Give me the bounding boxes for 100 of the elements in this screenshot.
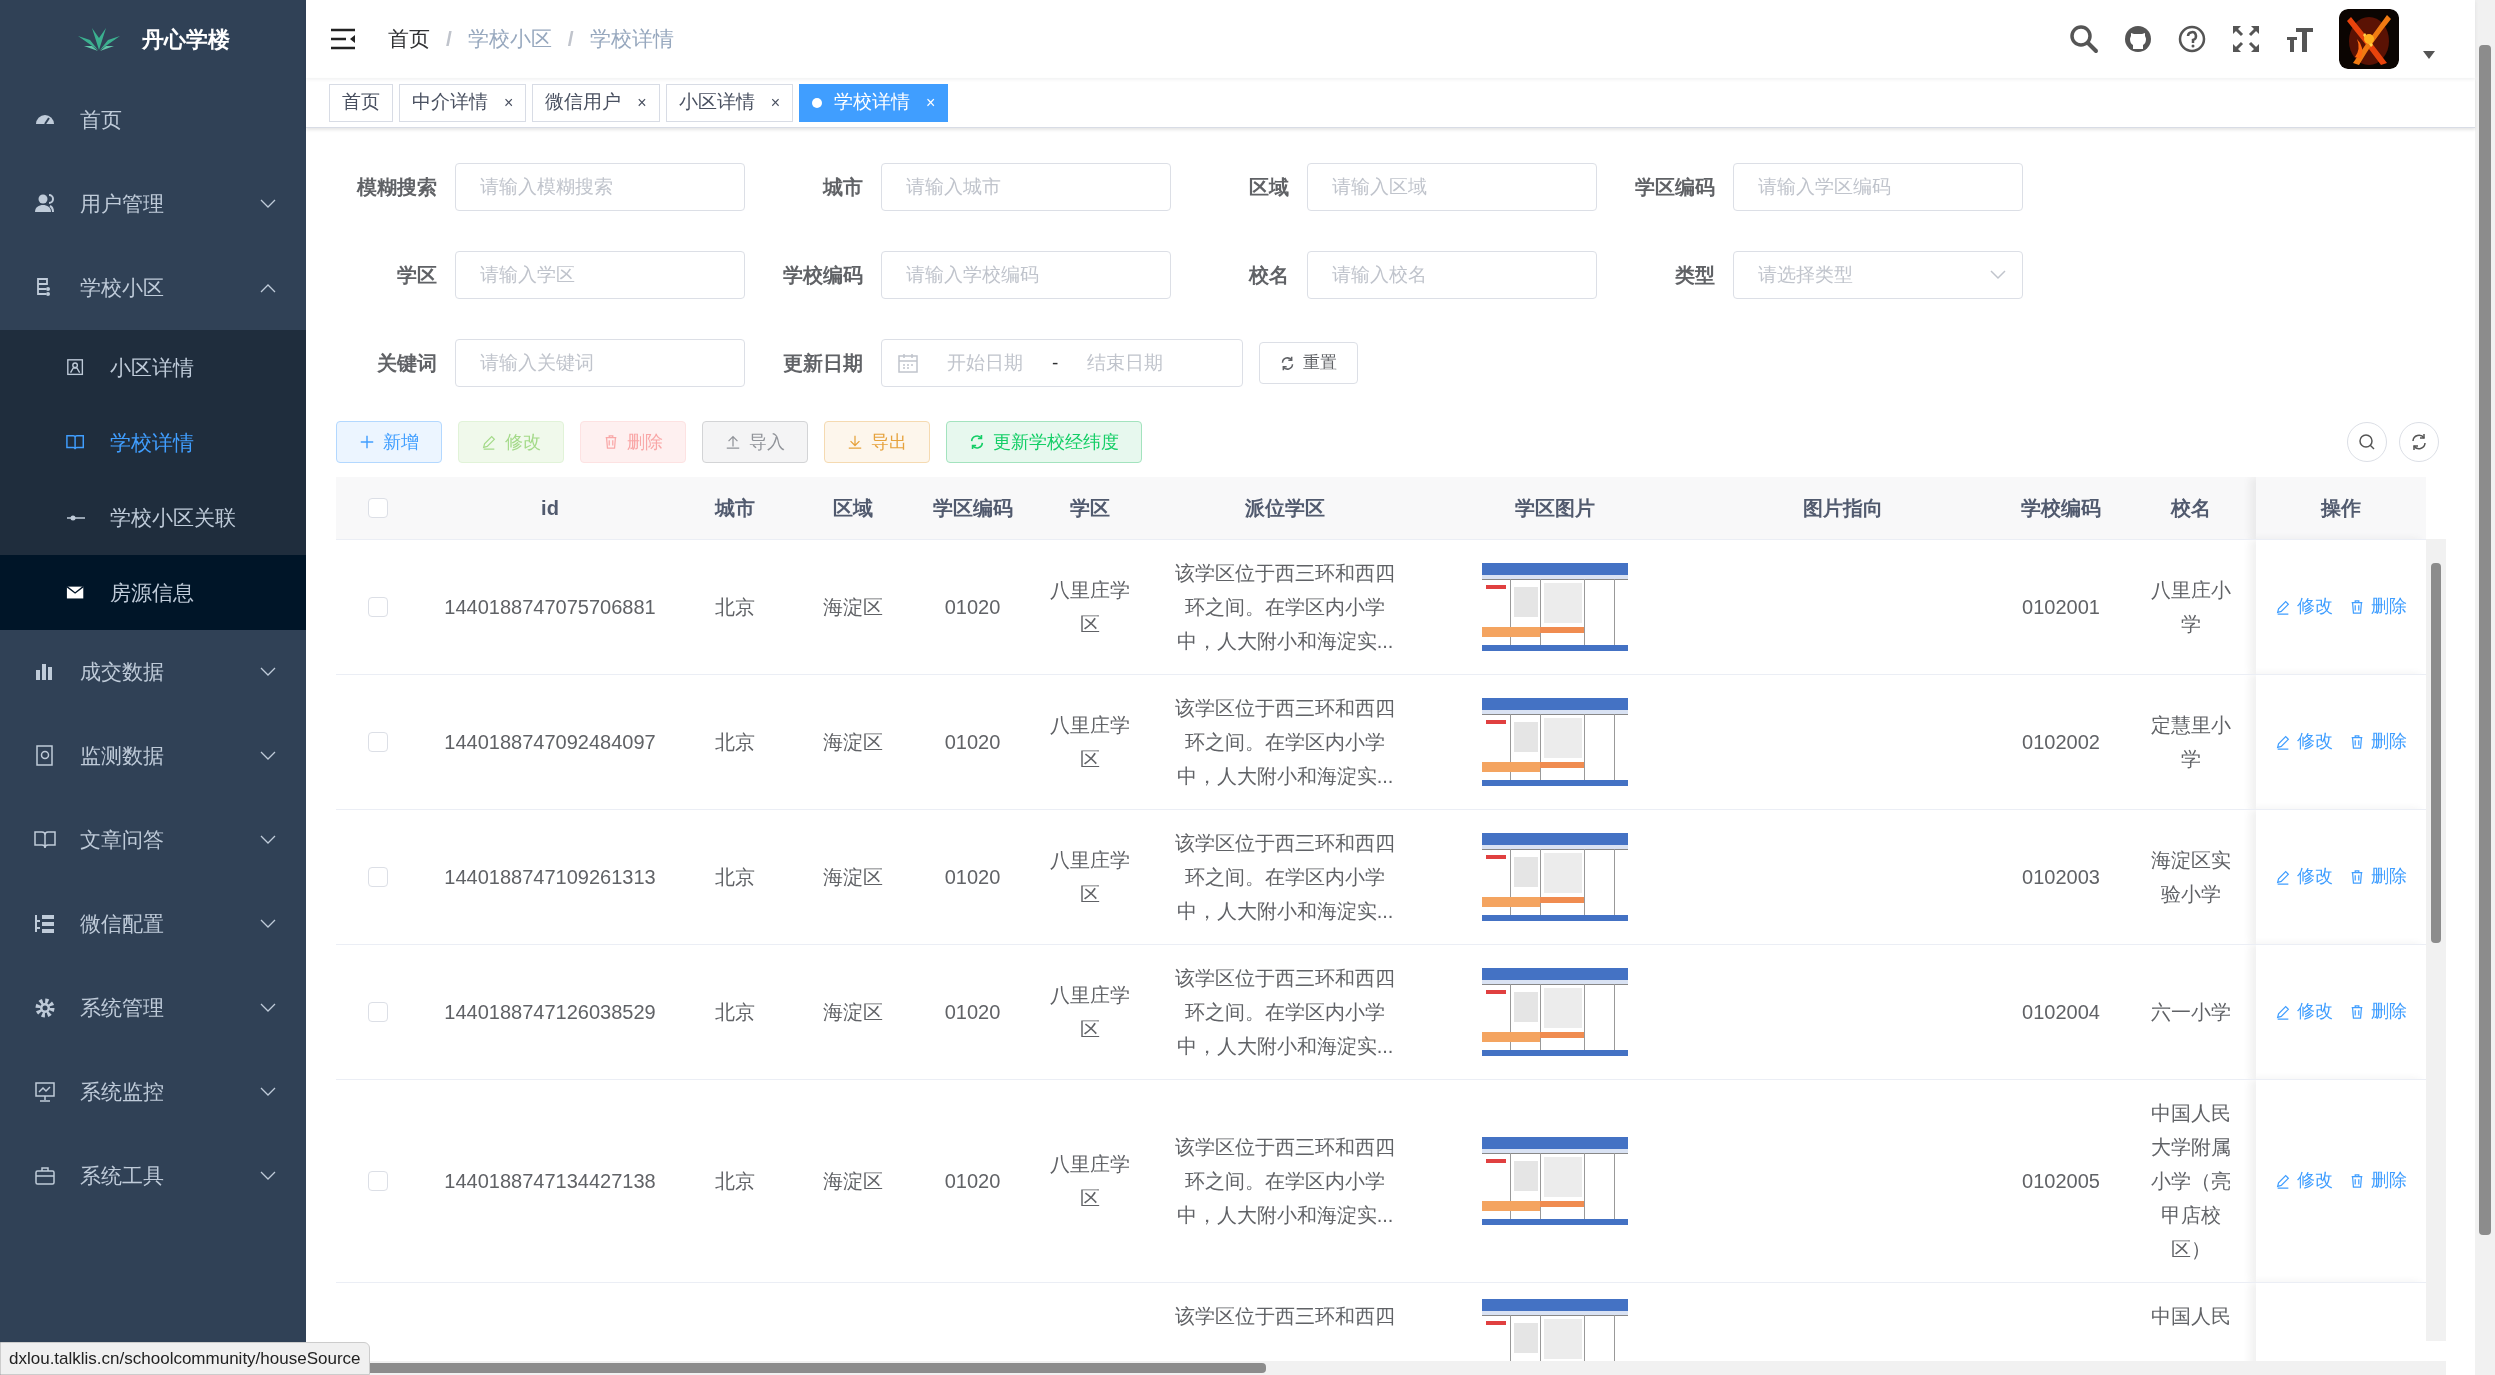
- breadcrumb-separator: /: [567, 26, 574, 53]
- column-header: 校名: [2126, 477, 2256, 539]
- field-label: 模糊搜索: [355, 175, 438, 200]
- row-checkbox[interactable]: [368, 731, 388, 752]
- sidebar-item[interactable]: 微信配置: [0, 882, 306, 966]
- field-label: 城市: [821, 175, 864, 200]
- search-icon[interactable]: [2069, 24, 2099, 54]
- sidebar-item[interactable]: 系统工具: [0, 1134, 306, 1218]
- field-label: 关键词: [376, 351, 438, 376]
- table-cell: 北京: [715, 595, 755, 618]
- table-cell: 北京: [715, 865, 755, 888]
- breadcrumb-item[interactable]: 首页: [388, 23, 430, 55]
- table-cell: 该学区位于西三环和西四环之间。在学区内小学中，人大附小和海淀实...: [1175, 966, 1395, 1057]
- breadcrumb-separator: /: [446, 26, 452, 53]
- select-all-checkbox[interactable]: [368, 497, 388, 518]
- list-icon: [34, 913, 56, 935]
- table-cell: 海淀区实验小学: [2151, 848, 2231, 905]
- upload-icon: [725, 434, 741, 450]
- sidebar-item[interactable]: 系统管理: [0, 966, 306, 1050]
- input-field[interactable]: 请输入学区: [455, 251, 745, 299]
- field-label: 学校编码: [782, 263, 864, 288]
- sidebar-item[interactable]: 成交数据: [0, 630, 306, 714]
- tab[interactable]: 首页: [329, 83, 393, 122]
- table-cell: 八里庄学区: [1050, 578, 1130, 635]
- close-icon[interactable]: ×: [770, 90, 781, 115]
- trash-icon: [603, 434, 619, 450]
- table-cell: 0102004: [2022, 1000, 2100, 1023]
- refresh-icon: [969, 434, 985, 450]
- submenu-item[interactable]: 学校小区关联: [0, 480, 306, 555]
- trash-icon: [2349, 868, 2365, 885]
- help-icon[interactable]: [2177, 24, 2207, 54]
- tab[interactable]: 中介详情 ×: [399, 83, 527, 122]
- table-cell: 八里庄学区: [1050, 848, 1130, 905]
- input-field[interactable]: 请输入模糊搜索: [455, 163, 745, 211]
- row-checkbox[interactable]: [368, 866, 388, 887]
- trash-icon: [2349, 598, 2365, 615]
- monitor-icon: [34, 745, 56, 767]
- close-icon[interactable]: ×: [637, 90, 647, 115]
- page-scrollbar[interactable]: [2475, 0, 2495, 1375]
- book-icon: [34, 829, 56, 851]
- column-header: 城市: [680, 477, 790, 539]
- input-field[interactable]: 请输入城市: [881, 163, 1171, 211]
- refresh-icon: [1280, 355, 1295, 371]
- table-cell: 1440188747126038529: [444, 1000, 656, 1023]
- table-cell: 北京: [715, 1169, 755, 1192]
- trash-icon: [2349, 1172, 2365, 1189]
- sidebar-item[interactable]: 学校小区: [0, 246, 306, 330]
- pencil-icon: [2275, 1172, 2291, 1189]
- table-cell: 中国人民大学附属小学（亮甲店校区）: [2151, 1101, 2231, 1260]
- submenu-item[interactable]: 学校详情: [0, 405, 306, 480]
- input-field[interactable]: 请输入学区编码: [1733, 163, 2023, 211]
- date-range-field[interactable]: 开始日期 - 结束日期: [881, 339, 1243, 387]
- input-field[interactable]: 请输入校名: [1307, 251, 1597, 299]
- table-cell: 海淀区: [822, 1169, 883, 1192]
- sidebar-item[interactable]: 首页: [0, 78, 306, 162]
- scrollbar[interactable]: [2426, 539, 2446, 1341]
- table-cell: 该学区位于西三环和西四: [1175, 1304, 1395, 1327]
- row-checkbox[interactable]: [368, 596, 388, 617]
- row-checkbox[interactable]: [368, 1170, 388, 1191]
- caret-icon[interactable]: [2423, 51, 2435, 59]
- row-checkbox[interactable]: [368, 1001, 388, 1022]
- input-field[interactable]: 请输入关键词: [455, 339, 745, 387]
- submenu-item[interactable]: 房源信息: [0, 555, 306, 630]
- table-cell: 海淀区: [822, 730, 883, 753]
- column-header: 派位学区: [1150, 477, 1420, 539]
- submenu-item[interactable]: 小区详情: [0, 330, 306, 405]
- close-icon[interactable]: ×: [504, 90, 514, 115]
- column-header: id: [420, 477, 680, 539]
- field-label: 校名: [1247, 263, 1290, 288]
- image-icon: [66, 357, 86, 378]
- table-cell: 0102002: [2022, 730, 2100, 753]
- fullscreen-icon[interactable]: [2231, 24, 2261, 54]
- input-field[interactable]: 请输入学校编码: [881, 251, 1171, 299]
- input-field[interactable]: 请输入区域: [1307, 163, 1597, 211]
- calendar-icon: [898, 353, 918, 373]
- column-header: 学校编码: [1996, 477, 2126, 539]
- table-cell: 01020: [944, 595, 1001, 618]
- table-cell: 0102003: [2022, 865, 2100, 888]
- user-icon: [34, 193, 56, 215]
- breadcrumb-item: 学校详情: [589, 26, 674, 53]
- tab[interactable]: 微信用户 ×: [532, 83, 660, 122]
- trash-icon: [2349, 1003, 2365, 1020]
- sidebar-item[interactable]: 用户管理: [0, 162, 306, 246]
- logo-title: 丹心学楼: [142, 25, 230, 54]
- sidebar-item[interactable]: 文章问答: [0, 798, 306, 882]
- github-icon[interactable]: [2123, 24, 2153, 54]
- sidebar-item[interactable]: 监测数据: [0, 714, 306, 798]
- tab[interactable]: 小区详情 ×: [665, 83, 794, 122]
- sidebar-item[interactable]: 系统监控: [0, 1050, 306, 1134]
- table-cell: 八里庄学区: [1050, 713, 1130, 770]
- reset-button[interactable]: 重置: [1259, 342, 1358, 384]
- table-cell: 六一小学: [2151, 1000, 2231, 1023]
- pencil-icon: [2275, 868, 2291, 885]
- table-cell: 该学区位于西三环和西四环之间。在学区内小学中，人大附小和海淀实...: [1175, 561, 1395, 652]
- field-label: 学区编码: [1634, 175, 1716, 200]
- table-cell: 1440188747075706881: [444, 595, 656, 618]
- column-header: 区域: [790, 477, 915, 539]
- table-cell: 1440188747092484097: [444, 730, 656, 753]
- table-cell: 0102005: [2022, 1169, 2100, 1192]
- menu-icon[interactable]: [330, 28, 356, 50]
